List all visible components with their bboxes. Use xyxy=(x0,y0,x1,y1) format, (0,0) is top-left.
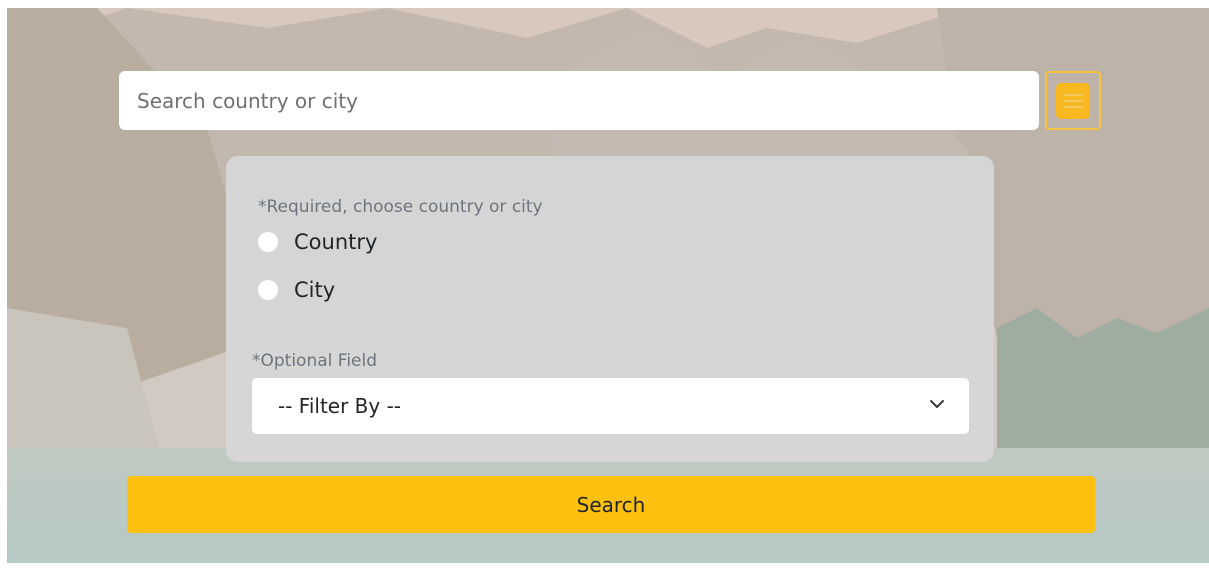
hamburger-menu-icon xyxy=(1056,82,1090,119)
city-radio-label: City xyxy=(294,278,336,302)
bottom-border xyxy=(0,563,1209,569)
left-border xyxy=(0,0,7,569)
top-border xyxy=(0,0,1209,8)
country-radio-label: Country xyxy=(294,230,378,254)
filter-by-select[interactable]: -- Filter By -- xyxy=(252,378,969,434)
country-radio[interactable] xyxy=(258,232,278,252)
chevron-down-icon xyxy=(930,400,944,408)
required-label: *Required, choose country or city xyxy=(258,197,543,217)
search-input[interactable] xyxy=(119,71,1039,130)
menu-button[interactable] xyxy=(1045,71,1101,130)
search-button[interactable]: Search xyxy=(127,476,1095,533)
city-radio[interactable] xyxy=(258,280,278,300)
optional-field-label: *Optional Field xyxy=(252,351,378,371)
city-radio-option[interactable]: City xyxy=(258,278,335,302)
country-radio-option[interactable]: Country xyxy=(258,230,377,254)
filter-by-value: -- Filter By -- xyxy=(278,394,402,418)
